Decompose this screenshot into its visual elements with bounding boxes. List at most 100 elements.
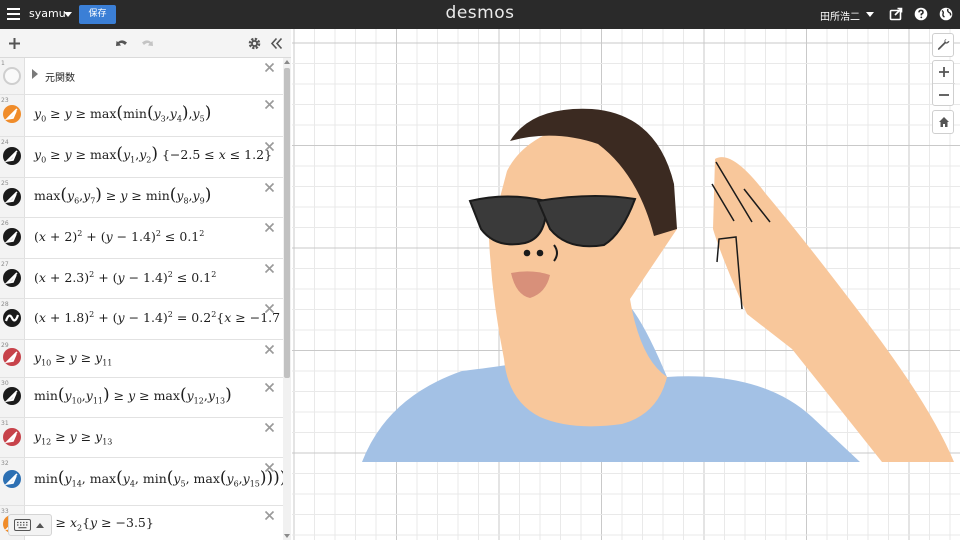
row-number: 1 bbox=[1, 60, 5, 67]
keyboard-icon bbox=[14, 519, 31, 531]
save-button[interactable]: 保存 bbox=[79, 5, 116, 24]
expression-row[interactable]: 27 (x + 2.3)2 + (y − 1.4)2 ≤ 0.12 bbox=[0, 259, 283, 299]
close-icon[interactable] bbox=[264, 182, 275, 193]
menu-icon[interactable] bbox=[7, 8, 20, 20]
row-number: 23 bbox=[1, 97, 9, 104]
expression-row[interactable]: 28 (x + 1.8)2 + (y − 1.4)2 = 0.22{x ≥ −1… bbox=[0, 299, 283, 340]
user-menu[interactable]: 田所浩二 bbox=[820, 8, 860, 23]
sunglasses-left-lens bbox=[468, 195, 548, 246]
zoom-in-icon bbox=[939, 67, 949, 77]
row-gutter: 32 bbox=[0, 458, 25, 505]
default-view-button[interactable] bbox=[933, 111, 955, 133]
color-swatch[interactable] bbox=[3, 105, 21, 123]
plus-icon[interactable] bbox=[7, 36, 22, 51]
color-swatch[interactable] bbox=[3, 387, 21, 405]
share-icon[interactable] bbox=[889, 7, 903, 21]
nostril-left bbox=[523, 249, 531, 257]
top-header: syamu 保存 desmos 田所浩二 bbox=[0, 0, 960, 29]
folder-expand-icon[interactable] bbox=[32, 69, 38, 79]
color-swatch[interactable] bbox=[3, 269, 21, 287]
color-swatch[interactable] bbox=[3, 188, 21, 206]
scroll-down-icon[interactable] bbox=[284, 534, 290, 538]
graph-title[interactable]: syamu bbox=[29, 7, 66, 20]
row-number: 31 bbox=[1, 420, 9, 427]
color-swatch[interactable] bbox=[3, 228, 21, 246]
expression-math[interactable]: max(y6,y7) ≥ y ≥ min(y8,y9) bbox=[34, 187, 211, 206]
graph-settings-button[interactable] bbox=[933, 34, 955, 56]
zoom-in-button[interactable] bbox=[933, 61, 955, 83]
zoom-out-button[interactable] bbox=[933, 83, 955, 105]
row-gutter: 27 bbox=[0, 259, 25, 298]
expression-row[interactable]: 31 y12 ≥ y ≥ y13 bbox=[0, 418, 283, 458]
expression-scrollbar[interactable] bbox=[283, 58, 291, 540]
row-number: 24 bbox=[1, 139, 9, 146]
close-icon[interactable] bbox=[264, 510, 275, 521]
scroll-up-icon[interactable] bbox=[284, 60, 290, 64]
graph-canvas[interactable] bbox=[292, 29, 960, 540]
row-number: 25 bbox=[1, 180, 9, 187]
close-icon[interactable] bbox=[264, 263, 275, 274]
row-gutter: 23 bbox=[0, 95, 25, 136]
chevron-down-icon[interactable] bbox=[64, 12, 72, 17]
expression-math[interactable]: min(y10,y11) ≥ y ≥ max(y12,y13) bbox=[34, 387, 232, 406]
row-gutter: 30 bbox=[0, 378, 25, 417]
row-gutter: 1 bbox=[0, 58, 25, 94]
close-icon[interactable] bbox=[264, 99, 275, 110]
default-view-box bbox=[932, 110, 954, 134]
redo-icon[interactable] bbox=[139, 36, 154, 51]
color-swatch[interactable] bbox=[3, 147, 21, 165]
undo-icon[interactable] bbox=[115, 36, 130, 51]
expression-math[interactable]: y0 ≥ y ≥ max(min(y3,y4),y5) bbox=[34, 105, 211, 124]
expression-math[interactable]: (x + 2.3)2 + (y − 1.4)2 ≤ 0.12 bbox=[34, 270, 216, 285]
color-swatch[interactable] bbox=[3, 348, 21, 366]
graph-paper[interactable] bbox=[292, 29, 960, 540]
expression-math[interactable]: min(y14, max(y4, min(y5, max(y6,y15)))) bbox=[34, 470, 283, 489]
folder-row[interactable]: 1 元関数 bbox=[0, 58, 283, 95]
expression-math[interactable]: y0 ≥ y ≥ max(y1,y2) {−2.5 ≤ x ≤ 1.2} bbox=[34, 146, 272, 165]
expression-math[interactable]: (x + 2)2 + (y − 1.4)2 ≤ 0.12 bbox=[34, 229, 204, 244]
chevron-down-icon[interactable] bbox=[866, 12, 874, 17]
expression-list: 1 元関数 23 y0 ≥ y ≥ max(min(y3,y4),y5) 24 … bbox=[0, 58, 283, 540]
row-gutter: 31 bbox=[0, 418, 25, 457]
globe-icon[interactable] bbox=[939, 7, 953, 21]
row-gutter: 26 bbox=[0, 218, 25, 258]
close-icon[interactable] bbox=[264, 222, 275, 233]
help-icon[interactable] bbox=[914, 7, 928, 21]
expression-row[interactable]: 29 y10 ≥ y ≥ y11 bbox=[0, 340, 283, 378]
expression-row[interactable]: 24 y0 ≥ y ≥ max(y1,y2) {−2.5 ≤ x ≤ 1.2} bbox=[0, 137, 283, 178]
close-icon[interactable] bbox=[264, 462, 275, 473]
close-icon[interactable] bbox=[264, 422, 275, 433]
row-gutter: 28 bbox=[0, 299, 25, 339]
color-swatch[interactable] bbox=[3, 428, 21, 446]
keypad-toggle-button[interactable] bbox=[8, 514, 52, 536]
gear-icon[interactable] bbox=[247, 36, 262, 51]
expression-panel: 1 元関数 23 y0 ≥ y ≥ max(min(y3,y4),y5) 24 … bbox=[0, 29, 291, 540]
expression-math[interactable]: (x + 1.8)2 + (y − 1.4)2 = 0.22{x ≥ −1.7 bbox=[34, 310, 280, 325]
nostril-right bbox=[536, 249, 544, 257]
close-icon[interactable] bbox=[264, 344, 275, 355]
close-icon[interactable] bbox=[264, 62, 275, 73]
color-swatch[interactable] bbox=[3, 470, 21, 488]
expression-row[interactable]: 26 (x + 2)2 + (y − 1.4)2 ≤ 0.12 bbox=[0, 218, 283, 259]
scroll-thumb[interactable] bbox=[284, 68, 290, 378]
row-gutter: 24 bbox=[0, 137, 25, 177]
expression-row[interactable]: 30 min(y10,y11) ≥ y ≥ max(y12,y13) bbox=[0, 378, 283, 418]
panel-toolbar bbox=[0, 29, 291, 58]
collapse-icon[interactable] bbox=[269, 36, 284, 51]
expression-math[interactable]: y12 ≥ y ≥ y13 bbox=[34, 429, 112, 447]
row-number: 33 bbox=[1, 508, 9, 515]
home-icon bbox=[939, 117, 949, 127]
row-gutter: 29 bbox=[0, 340, 25, 377]
folder-visibility-toggle[interactable] bbox=[3, 67, 21, 85]
row-number: 26 bbox=[1, 220, 9, 227]
expression-row[interactable]: 23 y0 ≥ y ≥ max(min(y3,y4),y5) bbox=[0, 95, 283, 137]
color-swatch[interactable] bbox=[3, 309, 21, 327]
expression-row[interactable]: 32 min(y14, max(y4, min(y5, max(y6,y15))… bbox=[0, 458, 283, 506]
expression-math[interactable]: y10 ≥ y ≥ y11 bbox=[34, 350, 112, 368]
expression-row[interactable]: 25 max(y6,y7) ≥ y ≥ min(y8,y9) bbox=[0, 178, 283, 218]
close-icon[interactable] bbox=[264, 382, 275, 393]
close-icon[interactable] bbox=[264, 141, 275, 152]
desmos-app: syamu 保存 desmos 田所浩二 1 元関数 23 y0 ≥ y ≥ m… bbox=[0, 0, 960, 540]
close-icon[interactable] bbox=[264, 303, 275, 314]
row-number: 28 bbox=[1, 301, 9, 308]
